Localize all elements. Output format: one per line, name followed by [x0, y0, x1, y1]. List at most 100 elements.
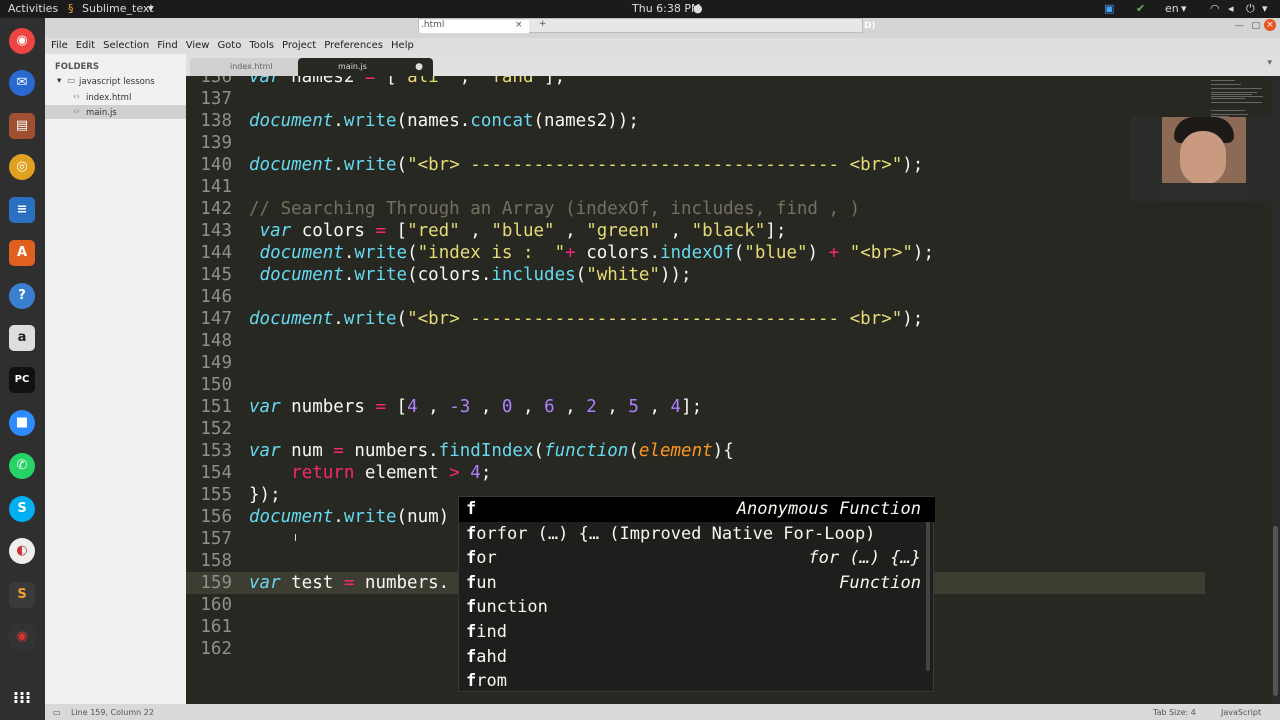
- volume-icon[interactable]: ◂: [1228, 2, 1234, 15]
- menu-preferences[interactable]: Preferences: [320, 38, 387, 51]
- code-line[interactable]: 151 var numbers = [4 , -3 , 0 , 6 , 2 , 5…: [186, 396, 1271, 418]
- menu-goto[interactable]: Goto: [213, 38, 245, 51]
- code-text[interactable]: var test = numbers.: [249, 572, 449, 594]
- code-text[interactable]: document.write(names.concat(names2));: [249, 110, 639, 132]
- code-line[interactable]: 145 document.write(colors.includes("whit…: [186, 264, 1271, 286]
- autocomplete-item[interactable]: fun Function: [459, 571, 935, 596]
- tab-size[interactable]: Tab Size: 4: [1153, 708, 1196, 717]
- sublime-icon[interactable]: S: [9, 582, 35, 608]
- wifi-icon[interactable]: ◠: [1210, 2, 1220, 15]
- code-text[interactable]: var num = numbers.findIndex(function(ele…: [249, 440, 734, 462]
- tab-bar: ◂ ▸ index.html × main.js ● ▾: [186, 54, 1280, 76]
- skype-icon[interactable]: S: [9, 496, 35, 522]
- whatsapp-icon[interactable]: ✆: [9, 453, 35, 479]
- code-line[interactable]: 146: [186, 286, 1271, 308]
- recorder-icon[interactable]: ◐: [9, 538, 35, 564]
- close-icon[interactable]: ×: [1264, 19, 1276, 31]
- menu-tools[interactable]: Tools: [245, 38, 278, 51]
- code-line[interactable]: 144 document.write("index is : "+ colors…: [186, 242, 1271, 264]
- code-line[interactable]: 140 document.write("<br> ----------------…: [186, 154, 1271, 176]
- menu-edit[interactable]: Edit: [72, 38, 99, 51]
- software-icon[interactable]: A: [9, 240, 35, 266]
- syntax-mode[interactable]: JavaScript: [1221, 708, 1261, 717]
- chrome-icon[interactable]: ◉: [9, 28, 35, 54]
- code-line[interactable]: 149: [186, 352, 1271, 374]
- autocomplete-item[interactable]: find: [459, 620, 935, 645]
- panel-toggle-icon[interactable]: ▭: [53, 708, 61, 717]
- code-text[interactable]: var numbers = [4 , -3 , 0 , 6 , 2 , 5 , …: [249, 396, 702, 418]
- code-text[interactable]: var names2 = ["ali" , "fahd"];: [249, 76, 565, 88]
- code-line[interactable]: 153 var num = numbers.findIndex(function(…: [186, 440, 1271, 462]
- rhythmbox-icon[interactable]: ◎: [9, 154, 35, 180]
- code-text[interactable]: return element > 4;: [249, 462, 491, 484]
- code-text[interactable]: });: [249, 484, 281, 506]
- code-line[interactable]: 152: [186, 418, 1271, 440]
- menu-project[interactable]: Project: [278, 38, 320, 51]
- autocomplete-item[interactable]: for for (…) {…}: [459, 546, 935, 571]
- zoom-icon[interactable]: ■: [9, 410, 35, 436]
- code-line[interactable]: 154 return element > 4;: [186, 462, 1271, 484]
- apps-grid-icon[interactable]: ⁝⁝⁝: [9, 685, 35, 711]
- code-line[interactable]: 143 var colors = ["red" , "blue" , "gree…: [186, 220, 1271, 242]
- autocomplete-item[interactable]: fahd: [459, 645, 935, 670]
- code-line[interactable]: 150: [186, 374, 1271, 396]
- code-line[interactable]: 147 document.write("<br> ----------------…: [186, 308, 1271, 330]
- code-text[interactable]: document.write(num): [249, 506, 449, 528]
- clock[interactable]: Thu 6:38 PM: [632, 2, 700, 15]
- amazon-icon[interactable]: a: [9, 325, 35, 351]
- close-icon[interactable]: ×: [515, 20, 523, 30]
- code-text[interactable]: var colors = ["red" , "blue" , "green" ,…: [249, 220, 787, 242]
- autocomplete-label: forfor (…) {… (Improved Native For-Loop): [466, 523, 876, 544]
- sidebar-folder[interactable]: javascript lessons: [79, 77, 155, 87]
- power-icon[interactable]: ⏻: [1246, 2, 1255, 16]
- ibeam-cursor-icon: I: [294, 533, 297, 544]
- code-line[interactable]: 148: [186, 330, 1271, 352]
- code-text[interactable]: document.write("<br> -------------------…: [249, 154, 923, 176]
- menu-file[interactable]: File: [47, 38, 72, 51]
- writer-icon[interactable]: ≡: [9, 197, 35, 223]
- menu-selection[interactable]: Selection: [99, 38, 153, 51]
- unsaved-dot-icon[interactable]: ●: [415, 62, 423, 72]
- app-menu[interactable]: Sublime_text: [82, 2, 154, 15]
- code-line[interactable]: 136 var names2 = ["ali" , "fahd"];: [186, 76, 1271, 88]
- minimize-icon[interactable]: —: [1235, 21, 1244, 31]
- line-number: 142: [200, 199, 232, 219]
- activities-button[interactable]: Activities: [8, 2, 58, 15]
- autocomplete-item[interactable]: f Anonymous Function: [459, 497, 935, 522]
- autocomplete-item[interactable]: function: [459, 595, 935, 620]
- autocomplete-item[interactable]: from: [459, 669, 935, 694]
- files-icon[interactable]: ▤: [9, 113, 35, 139]
- code-text[interactable]: // Searching Through an Array (indexOf, …: [249, 198, 860, 220]
- chevron-down-icon[interactable]: ▾: [57, 76, 61, 86]
- menu-help[interactable]: Help: [387, 38, 418, 51]
- help-icon[interactable]: ?: [9, 283, 35, 309]
- code-line[interactable]: 138 document.write(names.concat(names2));: [186, 110, 1271, 132]
- screencast-icon[interactable]: ◉: [9, 624, 35, 650]
- check-tray-icon[interactable]: ✔: [1136, 2, 1145, 15]
- code-text[interactable]: document.write("<br> -------------------…: [249, 308, 923, 330]
- pycharm-icon[interactable]: PC: [9, 367, 35, 393]
- code-text[interactable]: document.write("index is : "+ colors.ind…: [249, 242, 934, 264]
- code-line[interactable]: 142 // Searching Through an Array (indexO…: [186, 198, 1271, 220]
- tab-overflow-icon[interactable]: ▾: [1267, 58, 1272, 68]
- maximize-icon[interactable]: □: [1251, 21, 1260, 31]
- editor-scrollbar[interactable]: [1271, 76, 1280, 704]
- language-indicator[interactable]: en: [1165, 2, 1179, 15]
- menu-find[interactable]: Find: [153, 38, 182, 51]
- scrollbar-thumb[interactable]: [1273, 526, 1278, 696]
- browser-tab[interactable]: .html: [419, 20, 529, 33]
- new-tab-icon[interactable]: +: [539, 19, 547, 29]
- background-browser-window[interactable]: .html × +: [418, 18, 863, 33]
- sidebar-file-main[interactable]: main.js: [86, 108, 117, 118]
- autocomplete-label: find: [466, 622, 507, 642]
- zoom-tray-icon[interactable]: ▣: [1104, 2, 1114, 15]
- menu-view[interactable]: View: [182, 38, 214, 51]
- sidebar-file-index[interactable]: index.html: [86, 93, 131, 103]
- autocomplete-item[interactable]: forfor (…) {… (Improved Native For-Loop): [459, 522, 935, 547]
- code-line[interactable]: 139: [186, 132, 1271, 154]
- tab-main-js[interactable]: main.js ●: [298, 58, 433, 76]
- thunderbird-icon[interactable]: ✉: [9, 70, 35, 96]
- code-line[interactable]: 137: [186, 88, 1271, 110]
- code-line[interactable]: 141: [186, 176, 1271, 198]
- code-text[interactable]: document.write(colors.includes("white"))…: [249, 264, 692, 286]
